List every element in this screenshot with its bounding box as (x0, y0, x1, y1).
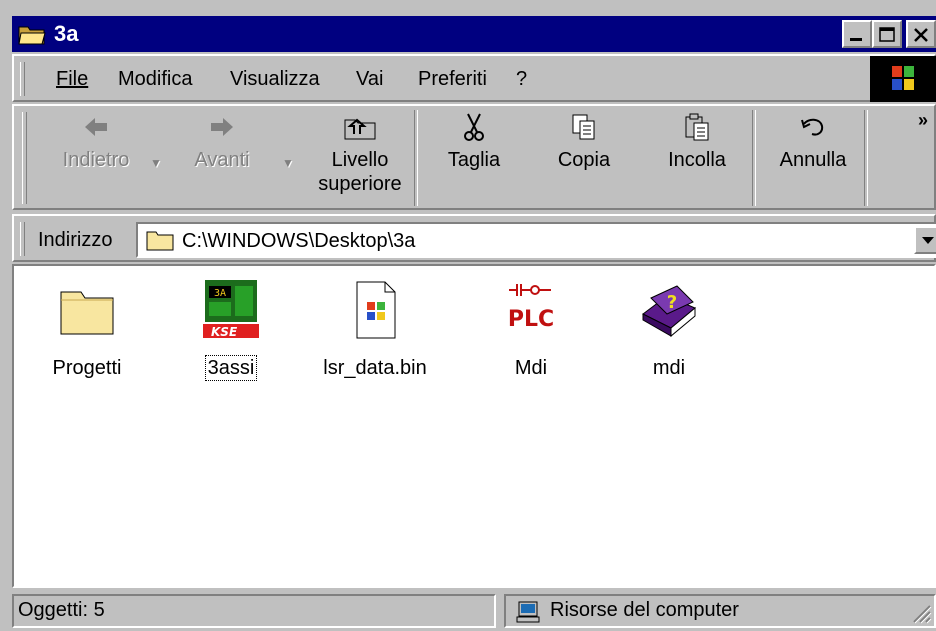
status-objects-text: Oggetti: 5 (18, 599, 105, 621)
menu-vai[interactable]: Vai (356, 67, 383, 91)
paste-button[interactable]: Incolla (652, 112, 742, 172)
file-item-mdi-plc[interactable]: PLC Mdi (466, 278, 596, 380)
status-objects: Oggetti: 5 (12, 594, 496, 628)
status-zone: Risorse del computer (504, 594, 936, 628)
windows-file-icon (343, 278, 407, 342)
back-dropdown-icon[interactable]: ▼ (150, 156, 162, 170)
menu-file[interactable]: File (56, 67, 88, 91)
svg-text:PLC: PLC (508, 307, 554, 332)
windows-logo (870, 56, 936, 102)
menu-modifica[interactable]: Modifica (118, 67, 192, 91)
resize-grip-icon[interactable] (910, 602, 932, 624)
menu-file-label: File (56, 68, 89, 90)
address-bar: Indirizzo C:\WINDOWS\Desktop\3a (12, 214, 936, 262)
toolbar-separator (414, 110, 418, 206)
menu-visualizza[interactable]: Visualizza (230, 67, 320, 91)
maximize-icon (879, 27, 895, 42)
address-value: C:\WINDOWS\Desktop\3a (182, 230, 416, 252)
chevron-down-icon (922, 237, 934, 244)
forward-arrow-icon (211, 118, 233, 136)
help-book-icon: ? (637, 278, 701, 342)
file-label: lsr_data.bin (323, 357, 427, 379)
svg-text:KSE: KSE (211, 325, 238, 339)
scissors-icon (464, 113, 484, 141)
file-label: 3assi (204, 355, 258, 381)
copy-icon (572, 114, 595, 140)
forward-dropdown-icon[interactable]: ▼ (282, 156, 294, 170)
svg-text:?: ? (667, 292, 677, 313)
paste-icon (685, 113, 709, 141)
status-bar: Oggetti: 5 Risorse del computer (12, 590, 936, 631)
minimize-button[interactable] (842, 20, 872, 48)
address-grip[interactable] (20, 222, 25, 256)
undo-button[interactable]: Annulla (768, 112, 858, 172)
toolbar-separator-2 (752, 110, 756, 206)
toolbar-separator-3 (864, 110, 868, 206)
explorer-window: 3a File Modifica Visualizza Vai Preferit… (0, 0, 936, 631)
cut-label: Taglia (447, 149, 501, 171)
file-item-mdi-help[interactable]: ? mdi (604, 278, 734, 380)
menu-grip[interactable] (20, 62, 25, 96)
up-level-button[interactable]: Livello superiore (310, 112, 410, 196)
my-computer-icon (516, 601, 540, 623)
status-zone-text: Risorse del computer (550, 599, 739, 621)
address-field[interactable]: C:\WINDOWS\Desktop\3a (136, 222, 936, 258)
close-icon (914, 28, 928, 42)
3assi-app-icon: 3A KSE (199, 278, 263, 342)
title-bar[interactable]: 3a (12, 16, 936, 52)
file-item-progetti[interactable]: Progetti (22, 278, 152, 380)
plc-icon: PLC (499, 278, 563, 342)
paste-label: Incolla (668, 149, 726, 171)
file-list-view[interactable]: Progetti 3A KSE 3assi lsr_data.bin PLC M… (12, 264, 936, 588)
back-arrow-icon (85, 118, 107, 136)
undo-label: Annulla (779, 149, 847, 171)
close-button[interactable] (906, 20, 936, 48)
maximize-button[interactable] (872, 20, 902, 48)
windows-flag-icon (892, 66, 914, 90)
window-title: 3a (54, 21, 79, 46)
toolbar-more-chevron[interactable]: » (918, 110, 928, 131)
up-label-line2: superiore (318, 173, 402, 195)
up-label-line1: Livello (331, 149, 389, 171)
undo-icon (801, 118, 824, 136)
svg-text:3A: 3A (214, 288, 226, 299)
minimize-icon (850, 38, 862, 41)
folder-open-icon (18, 26, 46, 45)
file-label: mdi (652, 357, 686, 379)
menu-bar: File Modifica Visualizza Vai Preferiti ? (12, 54, 936, 102)
folder-small-icon (146, 231, 174, 251)
toolbar-grip[interactable] (22, 112, 27, 204)
file-label: Progetti (52, 357, 122, 379)
copy-label: Copia (557, 149, 611, 171)
menu-help[interactable]: ? (516, 67, 527, 91)
address-dropdown-button[interactable] (914, 226, 936, 254)
file-item-3assi[interactable]: 3A KSE 3assi (166, 278, 296, 381)
folder-icon (55, 278, 119, 342)
menu-preferiti[interactable]: Preferiti (418, 67, 487, 91)
forward-button[interactable]: Avanti (182, 112, 262, 172)
cut-button[interactable]: Taglia (434, 112, 514, 172)
address-label: Indirizzo (38, 229, 113, 251)
back-label: Indietro (62, 149, 130, 171)
copy-button[interactable]: Copia (544, 112, 624, 172)
back-button[interactable]: Indietro (56, 112, 136, 172)
up-folder-icon (344, 118, 376, 140)
file-label: Mdi (514, 357, 548, 379)
toolbar: Indietro ▼ Avanti ▼ Livello superiore Ta… (12, 104, 936, 210)
forward-label: Avanti (194, 149, 250, 171)
file-item-lsr-data[interactable]: lsr_data.bin (310, 278, 440, 380)
